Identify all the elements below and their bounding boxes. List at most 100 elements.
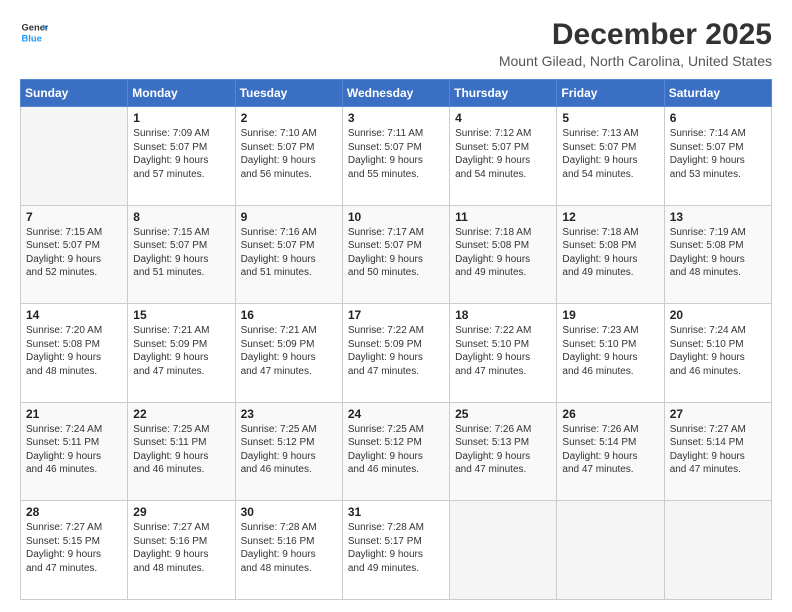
day-info: Sunrise: 7:26 AM Sunset: 5:14 PM Dayligh… bbox=[562, 423, 658, 477]
day-number: 27 bbox=[670, 407, 766, 421]
day-info: Sunrise: 7:24 AM Sunset: 5:11 PM Dayligh… bbox=[26, 423, 122, 477]
day-info: Sunrise: 7:24 AM Sunset: 5:10 PM Dayligh… bbox=[670, 324, 766, 378]
day-info: Sunrise: 7:17 AM Sunset: 5:07 PM Dayligh… bbox=[348, 226, 444, 280]
day-info: Sunrise: 7:22 AM Sunset: 5:10 PM Dayligh… bbox=[455, 324, 551, 378]
header-day-saturday: Saturday bbox=[664, 80, 771, 107]
day-info: Sunrise: 7:21 AM Sunset: 5:09 PM Dayligh… bbox=[241, 324, 337, 378]
day-info: Sunrise: 7:25 AM Sunset: 5:12 PM Dayligh… bbox=[241, 423, 337, 477]
day-number: 9 bbox=[241, 210, 337, 224]
day-number: 30 bbox=[241, 505, 337, 519]
day-info: Sunrise: 7:10 AM Sunset: 5:07 PM Dayligh… bbox=[241, 127, 337, 181]
day-number: 6 bbox=[670, 111, 766, 125]
calendar-cell bbox=[450, 501, 557, 600]
header: General Blue December 2025 Mount Gilead,… bbox=[20, 18, 772, 69]
day-number: 5 bbox=[562, 111, 658, 125]
calendar-cell: 3 Sunrise: 7:11 AM Sunset: 5:07 PM Daylig… bbox=[342, 107, 449, 206]
header-day-tuesday: Tuesday bbox=[235, 80, 342, 107]
day-number: 25 bbox=[455, 407, 551, 421]
day-number: 19 bbox=[562, 308, 658, 322]
calendar-cell: 24 Sunrise: 7:25 AM Sunset: 5:12 PM Dayli… bbox=[342, 402, 449, 501]
day-info: Sunrise: 7:12 AM Sunset: 5:07 PM Dayligh… bbox=[455, 127, 551, 181]
day-info: Sunrise: 7:09 AM Sunset: 5:07 PM Dayligh… bbox=[133, 127, 229, 181]
calendar-cell: 26 Sunrise: 7:26 AM Sunset: 5:14 PM Dayli… bbox=[557, 402, 664, 501]
day-info: Sunrise: 7:14 AM Sunset: 5:07 PM Dayligh… bbox=[670, 127, 766, 181]
day-number: 10 bbox=[348, 210, 444, 224]
calendar-cell: 14 Sunrise: 7:20 AM Sunset: 5:08 PM Dayli… bbox=[21, 304, 128, 403]
day-number: 4 bbox=[455, 111, 551, 125]
subtitle: Mount Gilead, North Carolina, United Sta… bbox=[499, 53, 772, 69]
calendar-cell: 31 Sunrise: 7:28 AM Sunset: 5:17 PM Dayli… bbox=[342, 501, 449, 600]
calendar-cell: 15Sunrise: 7:21 AM Sunset: 5:09 PM Dayli… bbox=[128, 304, 235, 403]
calendar-cell: 21 Sunrise: 7:24 AM Sunset: 5:11 PM Dayli… bbox=[21, 402, 128, 501]
day-number: 20 bbox=[670, 308, 766, 322]
day-number: 13 bbox=[670, 210, 766, 224]
day-number: 23 bbox=[241, 407, 337, 421]
calendar-cell: 23 Sunrise: 7:25 AM Sunset: 5:12 PM Dayli… bbox=[235, 402, 342, 501]
day-info: Sunrise: 7:28 AM Sunset: 5:17 PM Dayligh… bbox=[348, 521, 444, 575]
day-number: 22 bbox=[133, 407, 229, 421]
day-info: Sunrise: 7:26 AM Sunset: 5:13 PM Dayligh… bbox=[455, 423, 551, 477]
day-number: 24 bbox=[348, 407, 444, 421]
calendar-cell: 19Sunrise: 7:23 AM Sunset: 5:10 PM Dayli… bbox=[557, 304, 664, 403]
calendar-table: SundayMondayTuesdayWednesdayThursdayFrid… bbox=[20, 79, 772, 600]
day-number: 26 bbox=[562, 407, 658, 421]
day-info: Sunrise: 7:20 AM Sunset: 5:08 PM Dayligh… bbox=[26, 324, 122, 378]
calendar-cell: 16 Sunrise: 7:21 AM Sunset: 5:09 PM Dayli… bbox=[235, 304, 342, 403]
calendar-cell: 6 Sunrise: 7:14 AM Sunset: 5:07 PM Daylig… bbox=[664, 107, 771, 206]
week-row-0: 1Sunrise: 7:09 AM Sunset: 5:07 PM Daylig… bbox=[21, 107, 772, 206]
day-number: 18 bbox=[455, 308, 551, 322]
page: General Blue December 2025 Mount Gilead,… bbox=[0, 0, 792, 612]
week-row-2: 14 Sunrise: 7:20 AM Sunset: 5:08 PM Dayli… bbox=[21, 304, 772, 403]
calendar-cell: 2Sunrise: 7:10 AM Sunset: 5:07 PM Daylig… bbox=[235, 107, 342, 206]
calendar-cell: 4 Sunrise: 7:12 AM Sunset: 5:07 PM Daylig… bbox=[450, 107, 557, 206]
calendar-cell: 25 Sunrise: 7:26 AM Sunset: 5:13 PM Dayli… bbox=[450, 402, 557, 501]
day-info: Sunrise: 7:11 AM Sunset: 5:07 PM Dayligh… bbox=[348, 127, 444, 181]
header-day-friday: Friday bbox=[557, 80, 664, 107]
day-number: 28 bbox=[26, 505, 122, 519]
day-number: 12 bbox=[562, 210, 658, 224]
day-info: Sunrise: 7:25 AM Sunset: 5:12 PM Dayligh… bbox=[348, 423, 444, 477]
calendar-cell: 18 Sunrise: 7:22 AM Sunset: 5:10 PM Dayli… bbox=[450, 304, 557, 403]
calendar-cell bbox=[664, 501, 771, 600]
day-info: Sunrise: 7:18 AM Sunset: 5:08 PM Dayligh… bbox=[455, 226, 551, 280]
calendar-cell: 29Sunrise: 7:27 AM Sunset: 5:16 PM Dayli… bbox=[128, 501, 235, 600]
day-info: Sunrise: 7:27 AM Sunset: 5:14 PM Dayligh… bbox=[670, 423, 766, 477]
calendar-cell: 13 Sunrise: 7:19 AM Sunset: 5:08 PM Dayli… bbox=[664, 205, 771, 304]
day-number: 16 bbox=[241, 308, 337, 322]
calendar-cell: 9 Sunrise: 7:16 AM Sunset: 5:07 PM Daylig… bbox=[235, 205, 342, 304]
week-row-1: 7Sunrise: 7:15 AM Sunset: 5:07 PM Daylig… bbox=[21, 205, 772, 304]
week-row-4: 28Sunrise: 7:27 AM Sunset: 5:15 PM Dayli… bbox=[21, 501, 772, 600]
day-info: Sunrise: 7:19 AM Sunset: 5:08 PM Dayligh… bbox=[670, 226, 766, 280]
day-number: 8 bbox=[133, 210, 229, 224]
day-info: Sunrise: 7:18 AM Sunset: 5:08 PM Dayligh… bbox=[562, 226, 658, 280]
day-number: 14 bbox=[26, 308, 122, 322]
day-number: 15 bbox=[133, 308, 229, 322]
day-info: Sunrise: 7:15 AM Sunset: 5:07 PM Dayligh… bbox=[26, 226, 122, 280]
day-info: Sunrise: 7:13 AM Sunset: 5:07 PM Dayligh… bbox=[562, 127, 658, 181]
day-info: Sunrise: 7:22 AM Sunset: 5:09 PM Dayligh… bbox=[348, 324, 444, 378]
header-day-sunday: Sunday bbox=[21, 80, 128, 107]
svg-text:Blue: Blue bbox=[22, 33, 42, 43]
calendar-cell: 10 Sunrise: 7:17 AM Sunset: 5:07 PM Dayli… bbox=[342, 205, 449, 304]
logo: General Blue bbox=[20, 18, 48, 46]
day-number: 3 bbox=[348, 111, 444, 125]
calendar-cell bbox=[21, 107, 128, 206]
day-info: Sunrise: 7:16 AM Sunset: 5:07 PM Dayligh… bbox=[241, 226, 337, 280]
day-number: 21 bbox=[26, 407, 122, 421]
header-day-monday: Monday bbox=[128, 80, 235, 107]
day-number: 31 bbox=[348, 505, 444, 519]
header-day-thursday: Thursday bbox=[450, 80, 557, 107]
calendar-cell: 20 Sunrise: 7:24 AM Sunset: 5:10 PM Dayli… bbox=[664, 304, 771, 403]
calendar-cell: 17 Sunrise: 7:22 AM Sunset: 5:09 PM Dayli… bbox=[342, 304, 449, 403]
day-info: Sunrise: 7:25 AM Sunset: 5:11 PM Dayligh… bbox=[133, 423, 229, 477]
day-info: Sunrise: 7:28 AM Sunset: 5:16 PM Dayligh… bbox=[241, 521, 337, 575]
calendar-cell: 30 Sunrise: 7:28 AM Sunset: 5:16 PM Dayli… bbox=[235, 501, 342, 600]
calendar-cell: 27 Sunrise: 7:27 AM Sunset: 5:14 PM Dayli… bbox=[664, 402, 771, 501]
calendar-header-row: SundayMondayTuesdayWednesdayThursdayFrid… bbox=[21, 80, 772, 107]
calendar-cell bbox=[557, 501, 664, 600]
logo-icon: General Blue bbox=[20, 18, 48, 46]
calendar-cell: 28Sunrise: 7:27 AM Sunset: 5:15 PM Dayli… bbox=[21, 501, 128, 600]
day-number: 17 bbox=[348, 308, 444, 322]
day-number: 29 bbox=[133, 505, 229, 519]
calendar-cell: 22 Sunrise: 7:25 AM Sunset: 5:11 PM Dayli… bbox=[128, 402, 235, 501]
